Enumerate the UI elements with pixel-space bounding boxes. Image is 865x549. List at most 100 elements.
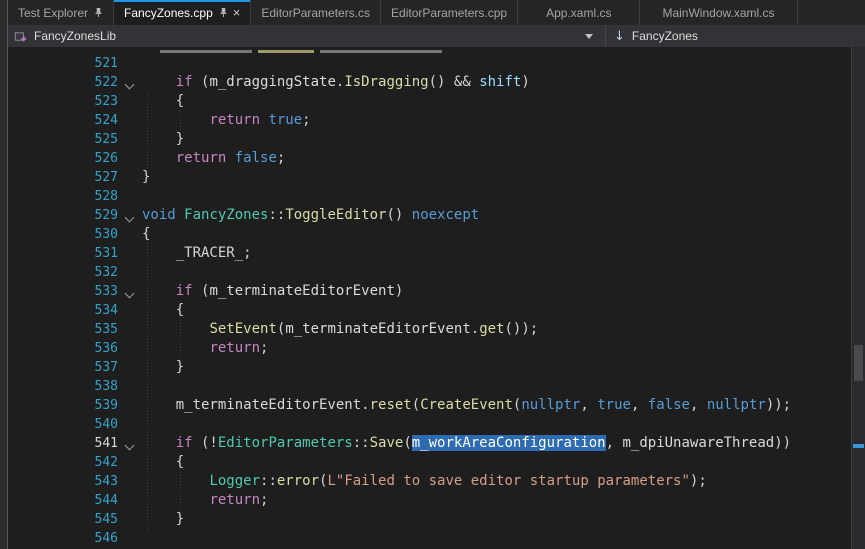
- breakpoint-margin[interactable]: [8, 472, 84, 491]
- breakpoint-margin[interactable]: [8, 377, 84, 396]
- fold-toggle[interactable]: [118, 282, 140, 301]
- code-line-522[interactable]: 522 if (m_draggingState.IsDragging() && …: [8, 73, 865, 92]
- breakpoint-margin[interactable]: [8, 73, 84, 92]
- member-dropdown[interactable]: ↓ FancyZones: [605, 25, 865, 47]
- breakpoint-margin[interactable]: [8, 187, 84, 206]
- code-line-528[interactable]: 528: [8, 187, 865, 206]
- code-line-526[interactable]: 526 return false;: [8, 149, 865, 168]
- code-line-525[interactable]: 525 }: [8, 130, 865, 149]
- line-number: 537: [84, 358, 118, 377]
- tab-fancyzones-cpp[interactable]: FancyZones.cpp×: [114, 0, 251, 25]
- code-text: void FancyZones::ToggleEditor() noexcept: [140, 206, 479, 225]
- breakpoint-margin[interactable]: [8, 206, 84, 225]
- chevron-down-icon: [124, 80, 134, 90]
- close-icon[interactable]: ×: [233, 6, 241, 19]
- code-line-530[interactable]: 530{: [8, 225, 865, 244]
- project-dropdown[interactable]: FancyZonesLib: [8, 25, 605, 47]
- pin-icon[interactable]: [219, 7, 228, 18]
- chevron-down-icon: [124, 441, 134, 451]
- breakpoint-margin[interactable]: [8, 358, 84, 377]
- editor-pane: Test ExplorerFancyZones.cpp×EditorParame…: [8, 0, 865, 549]
- line-number: 535: [84, 320, 118, 339]
- breakpoint-margin[interactable]: [8, 453, 84, 472]
- code-text: [140, 263, 142, 282]
- code-text: Logger::error(L"Failed to save editor st…: [140, 472, 707, 491]
- dropdown-chevron-icon[interactable]: [585, 34, 593, 39]
- line-number: 533: [84, 282, 118, 301]
- code-line-537[interactable]: 537 }: [8, 358, 865, 377]
- fold-gutter: [118, 339, 140, 358]
- tab-mainwindow-xaml-cs[interactable]: MainWindow.xaml.cs: [640, 0, 797, 25]
- breakpoint-margin[interactable]: [8, 54, 84, 73]
- vertical-scrollbar[interactable]: [851, 47, 865, 549]
- breakpoint-margin[interactable]: [8, 282, 84, 301]
- code-text: m_terminateEditorEvent.reset(CreateEvent…: [140, 396, 791, 415]
- fold-gutter: [118, 415, 140, 434]
- breakpoint-margin[interactable]: [8, 339, 84, 358]
- code-line-541[interactable]: 541 if (!EditorParameters::Save(m_workAr…: [8, 434, 865, 453]
- code-line-536[interactable]: 536 return;: [8, 339, 865, 358]
- code-line-521[interactable]: 521: [8, 54, 865, 73]
- breakpoint-margin[interactable]: [8, 168, 84, 187]
- code-line-523[interactable]: 523 {: [8, 92, 865, 111]
- tab-app-xaml-cs[interactable]: App.xaml.cs: [518, 0, 640, 25]
- pin-icon[interactable]: [94, 7, 103, 18]
- code-line-533[interactable]: 533 if (m_terminateEditorEvent): [8, 282, 865, 301]
- line-number: 528: [84, 187, 118, 206]
- breakpoint-margin[interactable]: [8, 244, 84, 263]
- breakpoint-margin[interactable]: [8, 510, 84, 529]
- breakpoint-margin[interactable]: [8, 263, 84, 282]
- code-text: return;: [140, 339, 268, 358]
- code-line-545[interactable]: 545 }: [8, 510, 865, 529]
- breakpoint-margin[interactable]: [8, 149, 84, 168]
- breakpoint-margin[interactable]: [8, 92, 84, 111]
- line-number: 534: [84, 301, 118, 320]
- code-line-535[interactable]: 535 SetEvent(m_terminateEditorEvent.get(…: [8, 320, 865, 339]
- fold-toggle[interactable]: [118, 206, 140, 225]
- member-dropdown-label: FancyZones: [632, 29, 698, 43]
- code-line-524[interactable]: 524 return true;: [8, 111, 865, 130]
- code-line-527[interactable]: 527}: [8, 168, 865, 187]
- code-line-546[interactable]: 546: [8, 529, 865, 548]
- fold-gutter: [118, 54, 140, 73]
- code-text: [140, 187, 142, 206]
- code-line-532[interactable]: 532: [8, 263, 865, 282]
- code-text: if (m_terminateEditorEvent): [140, 282, 403, 301]
- code-line-529[interactable]: 529void FancyZones::ToggleEditor() noexc…: [8, 206, 865, 225]
- code-text: return true;: [140, 111, 311, 130]
- code-lines: 521522 if (m_draggingState.IsDragging() …: [8, 54, 865, 548]
- dock-splitter[interactable]: [0, 0, 8, 549]
- tab-editorparameters-cpp[interactable]: EditorParameters.cpp: [381, 0, 518, 25]
- fold-gutter: [118, 92, 140, 111]
- code-editor[interactable]: 521522 if (m_draggingState.IsDragging() …: [8, 47, 865, 549]
- fold-gutter: [118, 149, 140, 168]
- breakpoint-margin[interactable]: [8, 415, 84, 434]
- code-line-542[interactable]: 542 {: [8, 453, 865, 472]
- fold-toggle[interactable]: [118, 73, 140, 92]
- fold-toggle[interactable]: [118, 434, 140, 453]
- scrollbar-thumb[interactable]: [854, 345, 863, 381]
- code-line-540[interactable]: 540: [8, 415, 865, 434]
- breakpoint-margin[interactable]: [8, 320, 84, 339]
- breakpoint-margin[interactable]: [8, 225, 84, 244]
- breakpoint-margin[interactable]: [8, 130, 84, 149]
- breakpoint-margin[interactable]: [8, 301, 84, 320]
- line-number: 523: [84, 92, 118, 111]
- code-line-534[interactable]: 534 {: [8, 301, 865, 320]
- tab-editorparameters-cs[interactable]: EditorParameters.cs: [251, 0, 381, 25]
- fold-gutter: [118, 168, 140, 187]
- breakpoint-margin[interactable]: [8, 396, 84, 415]
- code-line-543[interactable]: 543 Logger::error(L"Failed to save edito…: [8, 472, 865, 491]
- code-line-538[interactable]: 538: [8, 377, 865, 396]
- tab-test-explorer[interactable]: Test Explorer: [8, 0, 114, 25]
- code-line-544[interactable]: 544 return;: [8, 491, 865, 510]
- breakpoint-margin[interactable]: [8, 434, 84, 453]
- fold-gutter: [118, 187, 140, 206]
- indent-guide: [180, 111, 181, 130]
- breakpoint-margin[interactable]: [8, 529, 84, 548]
- down-arrow-icon: ↓: [614, 30, 625, 43]
- code-line-539[interactable]: 539 m_terminateEditorEvent.reset(CreateE…: [8, 396, 865, 415]
- breakpoint-margin[interactable]: [8, 491, 84, 510]
- breakpoint-margin[interactable]: [8, 111, 84, 130]
- code-line-531[interactable]: 531 _TRACER_;: [8, 244, 865, 263]
